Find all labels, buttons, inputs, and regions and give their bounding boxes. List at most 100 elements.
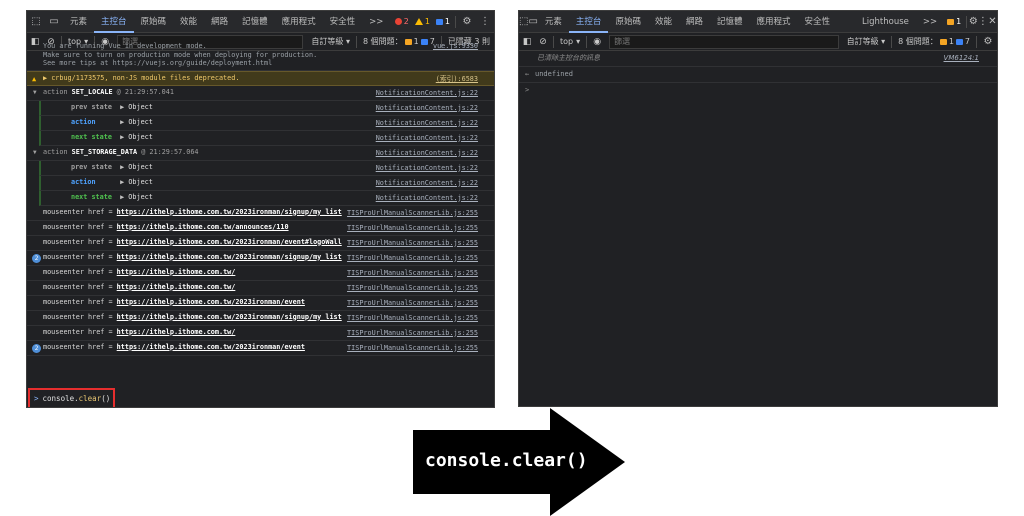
tab-sources[interactable]: 原始碼 (608, 11, 648, 33)
info-count-badge[interactable]: 1 (433, 17, 453, 26)
expand-icon[interactable]: ▶ (120, 118, 124, 126)
source-link[interactable]: TISProUrlManualScannerLib.js:255 (347, 269, 478, 278)
repeat-count-badge: 2 (32, 343, 41, 353)
source-link[interactable]: NotificationContent.js:22 (376, 149, 478, 158)
log-levels-dropdown[interactable]: 自訂等級 ▾ (843, 36, 890, 47)
tab-security[interactable]: 安全性 (323, 11, 363, 33)
devtools-panel-after: ⬚ ▭ 元素 主控台 原始碼 效能 網路 記憶體 應用程式 安全性 Lighth… (518, 10, 998, 407)
source-link[interactable]: NotificationContent.js:22 (376, 194, 478, 203)
warning-icon (414, 18, 423, 25)
console-prompt-highlighted[interactable]: > console.clear() (28, 388, 115, 407)
prompt-chevron-icon: > (525, 86, 530, 94)
expand-icon[interactable]: ▶ (120, 193, 124, 201)
device-toolbar-icon[interactable]: ▭ (45, 11, 63, 33)
error-count-badge[interactable]: 2 (392, 17, 412, 26)
tab-memory[interactable]: 記憶體 (235, 11, 275, 33)
tab-memory[interactable]: 記憶體 (710, 11, 750, 33)
url-link[interactable]: https://ithelp.ithome.com.tw/announces/1… (117, 223, 289, 231)
devtools-panel-before: ⬚ ▭ 元素 主控台 原始碼 效能 網路 記憶體 應用程式 安全性 >> 2 1… (26, 10, 495, 408)
url-link[interactable]: https://ithelp.ithome.com.tw/2023ironman… (117, 253, 342, 261)
tab-network[interactable]: 網路 (679, 11, 710, 33)
source-link[interactable]: TISProUrlManualScannerLib.js:255 (347, 314, 478, 323)
source-link[interactable]: (索引):6583 (436, 75, 478, 84)
close-icon[interactable]: ✕ (988, 11, 997, 33)
url-link[interactable]: https://ithelp.ithome.com.tw/2023ironman… (117, 238, 342, 246)
expand-icon[interactable]: ▶ (120, 163, 124, 171)
console-message: mouseenter href = https://ithelp.ithome.… (27, 311, 494, 326)
source-link[interactable]: TISProUrlManualScannerLib.js:255 (347, 239, 478, 248)
filter-input[interactable] (609, 34, 839, 49)
settings-gear-icon[interactable]: ⚙ (458, 11, 476, 33)
tab-elements[interactable]: 元素 (63, 11, 94, 33)
tab-console[interactable]: 主控台 (94, 11, 134, 33)
source-link[interactable]: TISProUrlManualScannerLib.js:255 (347, 329, 478, 338)
tab-performance[interactable]: 效能 (648, 11, 679, 33)
context-selector[interactable]: top ▾ (556, 37, 584, 46)
source-link[interactable]: NotificationContent.js:22 (376, 134, 478, 143)
url-link[interactable]: https://ithelp.ithome.com.tw/2023ironman… (117, 313, 342, 321)
console-message: 2 mouseenter href = https://ithelp.ithom… (27, 341, 494, 356)
tab-network[interactable]: 網路 (204, 11, 235, 33)
url-link[interactable]: https://ithelp.ithome.com.tw/2023ironman… (117, 208, 342, 216)
console-settings-gear-icon[interactable]: ⚙ (979, 31, 997, 53)
source-link[interactable]: NotificationContent.js:22 (376, 119, 478, 128)
console-group-item: next state ▶ Object NotificationContent.… (39, 190, 494, 206)
source-link[interactable]: NotificationContent.js:22 (376, 104, 478, 113)
source-link[interactable]: TISProUrlManualScannerLib.js:255 (347, 299, 478, 308)
console-result: ← undefined (519, 67, 997, 83)
tab-elements[interactable]: 元素 (538, 11, 569, 33)
more-options-icon[interactable]: ⋮ (476, 11, 494, 33)
devtools-tabbar: ⬚ ▭ 元素 主控台 原始碼 效能 網路 記憶體 應用程式 安全性 Lighth… (519, 11, 997, 33)
console-group-item: action ▶ Object NotificationContent.js:2… (39, 175, 494, 191)
tab-security[interactable]: 安全性 (798, 11, 838, 33)
console-message: You are running Vue in development mode.… (27, 42, 494, 71)
live-expression-eye-icon[interactable]: ◉ (589, 37, 605, 47)
console-prompt[interactable]: > (519, 83, 997, 98)
source-link[interactable]: VM6124:1 (944, 54, 979, 63)
url-link[interactable]: https://ithelp.ithome.com.tw/ (117, 268, 236, 276)
clear-console-icon[interactable]: ⊘ (535, 33, 551, 51)
url-link[interactable]: https://ithelp.ithome.com.tw/2023ironman… (117, 298, 305, 306)
tab-console[interactable]: 主控台 (568, 11, 609, 33)
info-count-badge[interactable]: 1 (944, 17, 964, 26)
more-tabs-button[interactable]: >> (362, 11, 390, 33)
console-message: mouseenter href = https://ithelp.ithome.… (27, 221, 494, 236)
tab-application[interactable]: 應用程式 (750, 11, 798, 33)
inspect-element-icon[interactable]: ⬚ (519, 11, 528, 33)
tab-lighthouse[interactable]: Lighthouse (855, 11, 916, 33)
source-link[interactable]: TISProUrlManualScannerLib.js:255 (347, 224, 478, 233)
settings-gear-icon[interactable]: ⚙ (969, 11, 978, 33)
url-link[interactable]: https://ithelp.ithome.com.tw/2023ironman… (117, 343, 305, 351)
collapse-caret-icon[interactable]: ▼ (33, 149, 37, 158)
url-link[interactable]: https://ithelp.ithome.com.tw/ (117, 283, 236, 291)
more-options-icon[interactable]: ⋮ (978, 11, 988, 33)
tab-sources[interactable]: 原始碼 (134, 11, 174, 33)
source-link[interactable]: TISProUrlManualScannerLib.js:255 (347, 284, 478, 293)
issues-counter[interactable]: 8 個問題： 1 7 (894, 36, 974, 47)
warning-count-badge[interactable]: 1 (412, 17, 433, 26)
return-arrow-icon: ← (525, 70, 530, 78)
expand-icon[interactable]: ▶ (43, 74, 51, 82)
inspect-element-icon[interactable]: ⬚ (27, 11, 45, 33)
collapse-caret-icon[interactable]: ▼ (33, 89, 37, 98)
url-link[interactable]: https://ithelp.ithome.com.tw/ (117, 328, 236, 336)
source-link[interactable]: NotificationContent.js:22 (376, 89, 478, 98)
source-link[interactable]: TISProUrlManualScannerLib.js:255 (347, 344, 478, 353)
console-message: mouseenter href = https://ithelp.ithome.… (27, 281, 494, 296)
tab-performance[interactable]: 效能 (173, 11, 204, 33)
expand-icon[interactable]: ▶ (120, 103, 124, 111)
expand-icon[interactable]: ▶ (120, 178, 124, 186)
source-link[interactable]: vue.js:9330 (433, 42, 478, 51)
expand-icon[interactable]: ▶ (120, 133, 124, 141)
source-link[interactable]: TISProUrlManualScannerLib.js:255 (347, 209, 478, 218)
source-link[interactable]: TISProUrlManualScannerLib.js:255 (347, 254, 478, 263)
console-group-header[interactable]: ▼ action SET_STORAGE_DATA @ 21:29:57.064… (27, 146, 494, 161)
sidebar-toggle-icon[interactable]: ◧ (519, 33, 535, 51)
tab-application[interactable]: 應用程式 (275, 11, 323, 33)
device-toolbar-icon[interactable]: ▭ (528, 11, 537, 33)
source-link[interactable]: NotificationContent.js:22 (376, 164, 478, 173)
source-link[interactable]: NotificationContent.js:22 (376, 179, 478, 188)
more-tabs-button[interactable]: >> (916, 11, 944, 33)
console-warning: ▲ ▶ crbug/1173575, non-JS module files d… (27, 70, 494, 86)
console-group-header[interactable]: ▼ action SET_LOCALE @ 21:29:57.041 Notif… (27, 86, 494, 101)
